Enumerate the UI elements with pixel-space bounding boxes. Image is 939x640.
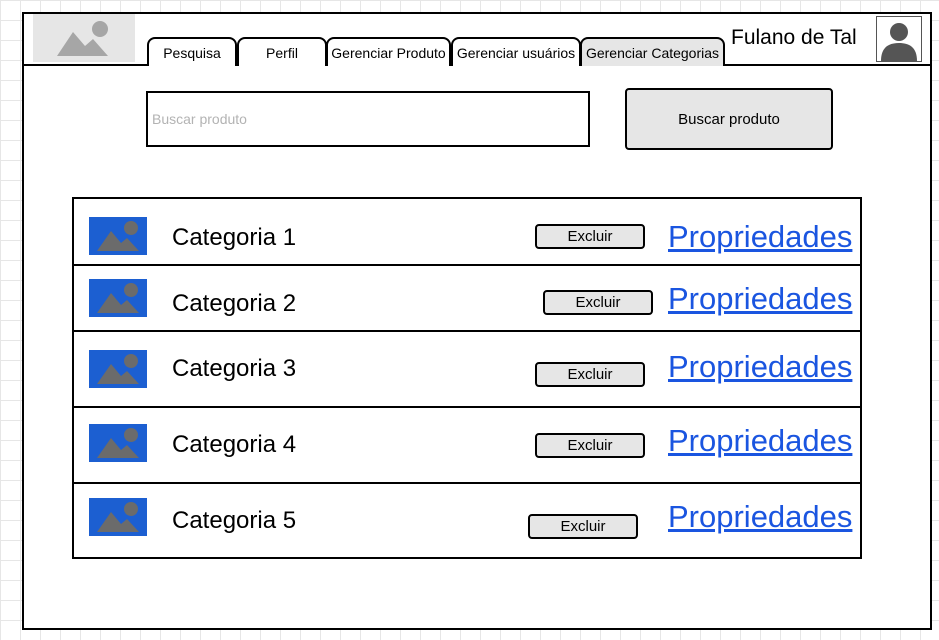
logo-image-placeholder (33, 14, 135, 62)
image-placeholder-icon (97, 221, 139, 251)
category-name: Categoria 1 (172, 224, 297, 251)
image-placeholder-icon (97, 428, 139, 458)
image-placeholder-icon (57, 21, 108, 56)
category-thumbnail (89, 217, 147, 255)
category-name: Categoria 5 (172, 507, 297, 534)
user-name: Fulano de Tal (731, 26, 857, 49)
image-placeholder-icon (97, 354, 139, 384)
category-name: Categoria 2 (172, 290, 297, 317)
delete-button[interactable]: Excluir (528, 514, 638, 539)
category-row: Categoria 2 Excluir Propriedades (74, 266, 860, 332)
properties-link[interactable]: Propriedades (668, 349, 852, 385)
properties-link[interactable]: Propriedades (668, 219, 852, 255)
tab-pesquisa[interactable]: Pesquisa (147, 37, 237, 66)
tab-gerenciar-produto[interactable]: Gerenciar Produto (326, 37, 451, 66)
category-thumbnail (89, 350, 147, 388)
search-button[interactable]: Buscar produto (625, 88, 833, 150)
category-thumbnail (89, 424, 147, 462)
category-row: Categoria 1 Excluir Propriedades (74, 199, 860, 266)
category-row: Categoria 5 Excluir Propriedades (74, 484, 860, 557)
avatar[interactable] (876, 16, 922, 62)
category-thumbnail (89, 498, 147, 536)
category-list: Categoria 1 Excluir Propriedades Categor… (72, 197, 862, 559)
tab-gerenciar-categorias[interactable]: Gerenciar Categorias (580, 37, 725, 66)
properties-link[interactable]: Propriedades (668, 281, 852, 317)
category-row: Categoria 4 Excluir Propriedades (74, 408, 860, 484)
delete-button[interactable]: Excluir (535, 362, 645, 387)
delete-button[interactable]: Excluir (535, 433, 645, 458)
delete-button[interactable]: Excluir (543, 290, 653, 315)
category-row: Categoria 3 Excluir Propriedades (74, 332, 860, 408)
tab-gerenciar-usuarios[interactable]: Gerenciar usuários (451, 37, 581, 66)
image-placeholder-icon (97, 283, 139, 313)
delete-button[interactable]: Excluir (535, 224, 645, 249)
category-name: Categoria 3 (172, 355, 297, 382)
image-placeholder-icon (97, 502, 139, 532)
user-avatar-icon (881, 23, 917, 61)
properties-link[interactable]: Propriedades (668, 499, 852, 535)
category-name: Categoria 4 (172, 431, 297, 458)
tab-perfil[interactable]: Perfil (237, 37, 327, 66)
search-input[interactable] (146, 91, 590, 147)
properties-link[interactable]: Propriedades (668, 423, 852, 459)
category-thumbnail (89, 279, 147, 317)
